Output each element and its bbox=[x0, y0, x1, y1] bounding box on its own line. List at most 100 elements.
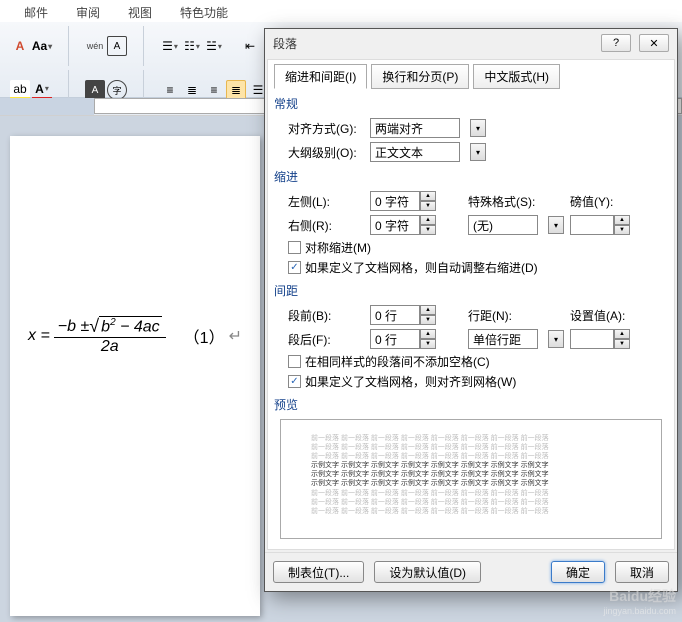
page[interactable]: x = −b ± √ b2 − 4ac 2a （1） ↵ bbox=[10, 136, 260, 616]
indent-right-up[interactable]: ▲ bbox=[420, 215, 436, 225]
tab-indent-spacing[interactable]: 缩进和间距(I) bbox=[274, 64, 367, 89]
close-button[interactable]: ✕ bbox=[639, 34, 669, 52]
paragraph-dialog: 段落 ? ✕ 缩进和间距(I) 换行和分页(P) 中文版式(H) 常规 对齐方式… bbox=[264, 28, 678, 592]
tab-pagination[interactable]: 换行和分页(P) bbox=[371, 64, 469, 89]
line-spacing-combo[interactable]: 单倍行距 bbox=[468, 329, 538, 349]
bullet-list-button[interactable]: ☰▾ bbox=[160, 36, 180, 56]
preview-line: 前一段落 前一段落 前一段落 前一段落 前一段落 前一段落 前一段落 前一段落 bbox=[311, 443, 631, 452]
space-before-down[interactable]: ▼ bbox=[420, 315, 436, 325]
change-case-button[interactable]: Aa▾ bbox=[32, 36, 52, 56]
help-button[interactable]: ? bbox=[601, 34, 631, 52]
preview-line: 前一段落 前一段落 前一段落 前一段落 前一段落 前一段落 前一段落 前一段落 bbox=[311, 498, 631, 507]
section-indent: 缩进 bbox=[274, 168, 668, 185]
space-before-up[interactable]: ▲ bbox=[420, 305, 436, 315]
special-format-value: (无) bbox=[473, 217, 533, 234]
no-space-checkbox[interactable] bbox=[288, 355, 301, 368]
special-format-dropdown[interactable]: ▾ bbox=[548, 216, 564, 234]
align-right-button[interactable]: ≡ bbox=[204, 80, 224, 100]
indent-right-down[interactable]: ▼ bbox=[420, 225, 436, 235]
phonetic-guide-button[interactable]: wén bbox=[85, 36, 105, 56]
formula-denom: 2a bbox=[97, 338, 123, 356]
no-space-label: 在相同样式的段落间不添加空格(C) bbox=[305, 353, 490, 370]
decrease-indent-button[interactable]: ⇤ bbox=[240, 36, 260, 56]
indent-right-label: 右侧(R): bbox=[288, 217, 364, 234]
special-format-label: 特殊格式(S): bbox=[468, 193, 528, 210]
auto-adjust-checkbox[interactable]: ✓ bbox=[288, 261, 301, 274]
preview-line: 示例文字 示例文字 示例文字 示例文字 示例文字 示例文字 示例文字 示例文字 bbox=[311, 461, 631, 470]
sqrt-icon: √ bbox=[89, 316, 99, 337]
watermark: Baidu经验 jingyan.baidu.com bbox=[603, 586, 676, 616]
line-spacing-dropdown[interactable]: ▾ bbox=[548, 330, 564, 348]
mirror-indent-checkbox[interactable] bbox=[288, 241, 301, 254]
multilevel-list-button[interactable]: ☱▾ bbox=[204, 36, 224, 56]
formula-lhs: x = bbox=[28, 327, 50, 345]
align-left-button[interactable]: ≡ bbox=[160, 80, 180, 100]
alignment-value: 两端对齐 bbox=[375, 120, 455, 137]
align-justify-button[interactable]: ≣ bbox=[226, 80, 246, 100]
outline-combo[interactable]: 正文文本 bbox=[370, 142, 460, 162]
space-before-input[interactable] bbox=[370, 305, 420, 325]
indent-right-input[interactable] bbox=[370, 215, 420, 235]
section-spacing: 间距 bbox=[274, 282, 668, 299]
dialog-titlebar[interactable]: 段落 ? ✕ bbox=[265, 29, 677, 57]
ribbon-tab-view[interactable]: 视图 bbox=[114, 2, 166, 20]
formula-ref: （1） bbox=[184, 324, 225, 348]
preview-box: 前一段落 前一段落 前一段落 前一段落 前一段落 前一段落 前一段落 前一段落 … bbox=[280, 419, 662, 539]
cancel-button[interactable]: 取消 bbox=[615, 561, 669, 583]
formula-b: b bbox=[101, 319, 110, 336]
char-border-button[interactable]: A bbox=[107, 36, 127, 56]
default-button[interactable]: 设为默认值(D) bbox=[374, 561, 481, 583]
space-after-up[interactable]: ▲ bbox=[420, 329, 436, 339]
formula-rest: − 4ac bbox=[120, 319, 160, 336]
highlight-button[interactable]: ab bbox=[10, 80, 30, 100]
enclosed-char-button[interactable]: 字 bbox=[107, 80, 127, 100]
section-general: 常规 bbox=[274, 95, 668, 112]
numbered-list-button[interactable]: ☷▾ bbox=[182, 36, 202, 56]
space-after-down[interactable]: ▼ bbox=[420, 339, 436, 349]
ribbon-tab-mail[interactable]: 邮件 bbox=[10, 2, 62, 20]
formula-exp: 2 bbox=[110, 317, 116, 328]
tabs-button[interactable]: 制表位(T)... bbox=[273, 561, 364, 583]
align-center-button[interactable]: ≣ bbox=[182, 80, 202, 100]
paragraph-mark-icon: ↵ bbox=[229, 326, 242, 346]
space-after-label: 段后(F): bbox=[288, 331, 364, 348]
ribbon-tab-special[interactable]: 特色功能 bbox=[166, 2, 242, 20]
indent-by-input[interactable] bbox=[570, 215, 614, 235]
font-grow-button[interactable]: A bbox=[10, 36, 30, 56]
preview-line: 示例文字 示例文字 示例文字 示例文字 示例文字 示例文字 示例文字 示例文字 bbox=[311, 470, 631, 479]
ribbon-tab-review[interactable]: 审阅 bbox=[62, 2, 114, 20]
at-label: 设置值(A): bbox=[570, 307, 630, 324]
char-shading-button[interactable]: A bbox=[85, 80, 105, 100]
special-format-combo[interactable]: (无) bbox=[468, 215, 538, 235]
watermark-main: Baidu经验 bbox=[603, 586, 676, 606]
snap-grid-label: 如果定义了文档网格，则对齐到网格(W) bbox=[305, 373, 516, 390]
at-down[interactable]: ▼ bbox=[614, 339, 630, 349]
alignment-label: 对齐方式(G): bbox=[288, 120, 364, 137]
section-preview: 预览 bbox=[274, 396, 668, 413]
at-up[interactable]: ▲ bbox=[614, 329, 630, 339]
indent-left-input[interactable] bbox=[370, 191, 420, 211]
indent-left-label: 左侧(L): bbox=[288, 193, 364, 210]
font-color-button[interactable]: A▾ bbox=[32, 80, 52, 100]
line-spacing-label: 行距(N): bbox=[468, 307, 528, 324]
space-before-label: 段前(B): bbox=[288, 307, 364, 324]
indent-by-down[interactable]: ▼ bbox=[614, 225, 630, 235]
indent-left-down[interactable]: ▼ bbox=[420, 201, 436, 211]
preview-line: 前一段落 前一段落 前一段落 前一段落 前一段落 前一段落 前一段落 前一段落 bbox=[311, 452, 631, 461]
preview-line: 前一段落 前一段落 前一段落 前一段落 前一段落 前一段落 前一段落 前一段落 bbox=[311, 489, 631, 498]
outline-dropdown-button[interactable]: ▾ bbox=[470, 143, 486, 161]
outline-value: 正文文本 bbox=[375, 144, 455, 161]
indent-by-up[interactable]: ▲ bbox=[614, 215, 630, 225]
mirror-indent-label: 对称缩进(M) bbox=[305, 239, 371, 256]
alignment-dropdown-button[interactable]: ▾ bbox=[470, 119, 486, 137]
auto-adjust-label: 如果定义了文档网格，则自动调整右缩进(D) bbox=[305, 259, 538, 276]
snap-grid-checkbox[interactable]: ✓ bbox=[288, 375, 301, 388]
space-after-input[interactable] bbox=[370, 329, 420, 349]
watermark-sub: jingyan.baidu.com bbox=[603, 606, 676, 616]
tab-chinese[interactable]: 中文版式(H) bbox=[473, 64, 560, 89]
ok-button[interactable]: 确定 bbox=[551, 561, 605, 583]
at-input[interactable] bbox=[570, 329, 614, 349]
indent-left-up[interactable]: ▲ bbox=[420, 191, 436, 201]
alignment-combo[interactable]: 两端对齐 bbox=[370, 118, 460, 138]
outline-label: 大纲级别(O): bbox=[288, 144, 364, 161]
